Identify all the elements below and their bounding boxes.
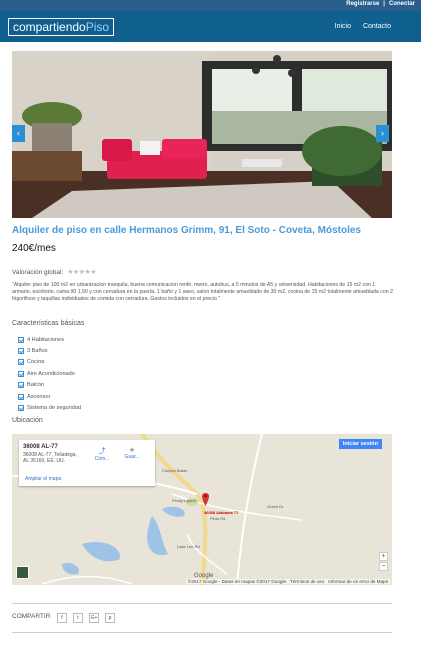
checkbox-icon (18, 370, 24, 377)
rating-stars-icon[interactable]: ★★★★★ (67, 268, 96, 276)
map-place-label: Pinto Rd (210, 516, 226, 521)
enlarge-map-link[interactable]: Ampliar el mapa (25, 476, 61, 482)
logo-accent-text: Piso (85, 20, 110, 34)
map-card-address: 36008 AL-77, Telladega, AL 35160, EE. UU… (23, 452, 77, 465)
rating-row: Valoración global: ★★★★★ (12, 268, 97, 277)
login-link[interactable]: Conectar (389, 1, 415, 7)
zoom-in-button[interactable]: + (379, 552, 388, 561)
features-list: 4 Habitaciones 3 Baños Cocina Aire Acond… (18, 334, 81, 414)
logo-main-text: compartiendo (13, 20, 86, 34)
map-report-link[interactable]: Informar de un error de Maps (328, 579, 388, 584)
map-footer: ©2017 Google - Datos de mapas ©2017 Goog… (185, 579, 390, 584)
top-bar: Registrarse | Conectar (0, 0, 421, 11)
checkbox-icon (18, 336, 24, 343)
nav-contacto[interactable]: Contacto (363, 23, 391, 30)
rating-label: Valoración global: (12, 268, 64, 276)
feature-item: Balcón (18, 380, 81, 391)
map-pin-label: 36008 Alabama 77 (204, 510, 239, 515)
feature-item: 3 Baños (18, 345, 81, 356)
features-title: Características básicas (12, 320, 85, 327)
satellite-toggle-icon[interactable] (16, 566, 29, 579)
checkbox-icon (18, 359, 24, 366)
carousel-prev-button[interactable]: ‹ (12, 125, 25, 142)
google-plus-icon[interactable]: G+ (89, 613, 99, 623)
save-button[interactable]: ★ Guar... (121, 446, 143, 460)
feature-item: Ascensor (18, 391, 81, 402)
listing-title: Alquiler de piso en calle Hermanos Grimm… (12, 225, 361, 236)
listing-description: "Alquiler piso de 100 m2 en urbanizacion… (12, 282, 393, 303)
map-copyright: ©2017 Google - Datos de mapas ©2017 Goog… (187, 579, 287, 584)
site-logo[interactable]: compartiendoPiso (8, 18, 115, 36)
separator: | (383, 1, 385, 7)
directions-icon: ⤴ (98, 448, 106, 455)
checkbox-icon (18, 348, 24, 355)
carousel-next-button[interactable]: › (376, 125, 389, 142)
map-place-label: Cheyon Baker (162, 468, 188, 473)
pinterest-icon[interactable]: p (105, 613, 115, 623)
register-link[interactable]: Registrarse (346, 1, 379, 7)
checkbox-icon (18, 382, 24, 389)
location-map[interactable]: 36008 AL-77 36008 AL-77, Telladega, AL 3… (12, 434, 392, 585)
map-place-label: Pecky's pond (172, 498, 196, 503)
twitter-icon[interactable]: t (73, 613, 83, 623)
main-navbar: compartiendoPiso Inicio Contacto (0, 11, 421, 42)
map-signin-button[interactable]: Iniciar sesión (338, 439, 382, 449)
map-place-label: Green Dr (267, 504, 284, 509)
nav-links: Inicio Contacto (335, 23, 391, 30)
directions-button[interactable]: ⤴ Cóm... (91, 446, 113, 462)
map-info-card: 36008 AL-77 36008 AL-77, Telladega, AL 3… (19, 440, 155, 486)
nav-inicio[interactable]: Inicio (335, 23, 351, 30)
map-terms-link[interactable]: Términos de uso (290, 579, 324, 584)
feature-item: Sistema de seguridad (18, 402, 81, 413)
checkbox-icon (18, 405, 24, 412)
listing-price: 240€/mes (12, 243, 56, 254)
chevron-right-icon: › (381, 128, 384, 138)
feature-item: Cocina (18, 357, 81, 368)
account-links: Registrarse | Conectar (346, 1, 415, 7)
map-place-label: Lake Lee Rd (177, 544, 200, 549)
star-icon: ★ (128, 447, 136, 454)
facebook-icon[interactable]: f (57, 613, 67, 623)
feature-item: 4 Habitaciones (18, 334, 81, 345)
feature-item: Aire Acondicionado (18, 368, 81, 379)
zoom-out-button[interactable]: − (379, 562, 388, 571)
share-label: COMPARTIR (12, 613, 51, 620)
photo-carousel[interactable]: ‹ › (12, 51, 392, 218)
checkbox-icon (18, 393, 24, 400)
chevron-left-icon: ‹ (17, 128, 20, 138)
location-title: Ubicación (12, 417, 43, 424)
living-room-photo (12, 51, 392, 218)
share-bar: COMPARTIR f t G+ p (12, 603, 392, 633)
